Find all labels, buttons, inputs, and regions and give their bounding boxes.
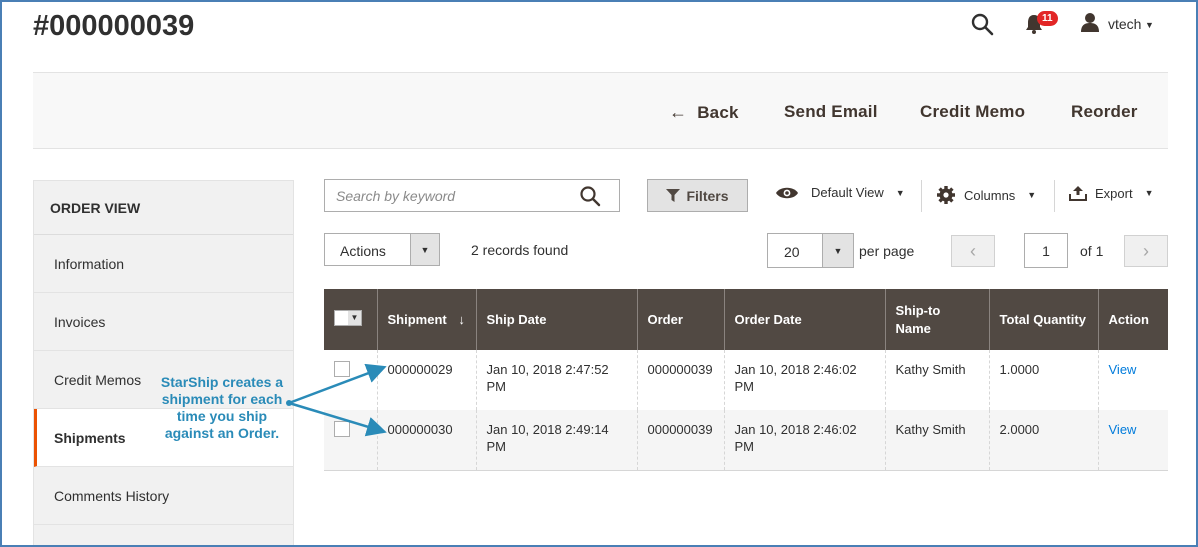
- search-placeholder: Search by keyword: [336, 188, 456, 204]
- page-actions-bar: ← Back Send Email Credit Memo Reorder: [33, 72, 1168, 149]
- order-cell: 000000039: [637, 410, 725, 471]
- row-select-cell: [324, 350, 378, 410]
- export-icon: [1069, 186, 1087, 201]
- mass-select-checkbox[interactable]: ▼: [334, 309, 362, 326]
- order-cell: 000000039: [637, 350, 725, 410]
- order-date-cell: Jan 10, 2018 2:46:02 PM: [724, 410, 886, 471]
- chevron-down-icon: ▼: [1144, 188, 1154, 198]
- annotation-callout: StarShip creates a shipment for each tim…: [160, 374, 284, 441]
- row-select-cell: [324, 410, 378, 471]
- qty-cell: 1.0000: [989, 350, 1099, 410]
- column-header-order[interactable]: Order: [637, 289, 725, 350]
- per-page-label: per page: [859, 243, 915, 259]
- order-view-sidebar: ORDER VIEW Information Invoices Credit M…: [33, 180, 294, 547]
- chevron-down-icon: ▼: [895, 187, 905, 198]
- reorder-button[interactable]: Reorder: [1071, 102, 1138, 122]
- next-page-button[interactable]: ›: [1124, 235, 1168, 267]
- gear-icon: [937, 186, 955, 204]
- qty-cell: 2.0000: [989, 410, 1099, 471]
- send-email-button[interactable]: Send Email: [784, 102, 878, 122]
- chevron-right-icon: ›: [1143, 240, 1149, 261]
- current-page-input[interactable]: 1: [1024, 233, 1068, 268]
- sidebar-heading: ORDER VIEW: [34, 181, 293, 235]
- shipments-grid: ▼ Shipment ↓ Ship Date Order Order Date …: [324, 289, 1168, 471]
- chevron-down-icon[interactable]: ▼: [410, 234, 439, 265]
- search-icon[interactable]: [970, 12, 994, 36]
- mass-actions-select[interactable]: Actions ▼: [324, 233, 440, 266]
- shipment-cell: 000000030: [377, 410, 477, 471]
- row-checkbox[interactable]: [334, 361, 350, 377]
- sidebar-item-invoices[interactable]: Invoices: [34, 293, 293, 351]
- default-view-dropdown[interactable]: Default View ▼: [775, 185, 905, 200]
- toolbar-divider: [1054, 180, 1055, 212]
- ship-to-cell: Kathy Smith: [885, 350, 990, 410]
- eye-icon: [776, 187, 798, 198]
- action-cell: View: [1098, 350, 1168, 410]
- user-icon[interactable]: [1080, 12, 1100, 32]
- chevron-down-icon[interactable]: ▼: [1145, 20, 1154, 30]
- view-link[interactable]: View: [1109, 422, 1137, 437]
- order-date-cell: Jan 10, 2018 2:46:02 PM: [724, 350, 886, 410]
- table-row[interactable]: 000000030 Jan 10, 2018 2:49:14 PM 000000…: [324, 410, 1168, 471]
- chevron-down-icon[interactable]: ▼: [822, 234, 853, 267]
- ship-to-cell: Kathy Smith: [885, 410, 990, 471]
- column-header-order-date[interactable]: Order Date: [724, 289, 886, 350]
- page-title: #000000039: [33, 10, 195, 42]
- arrow-left-icon: ←: [669, 102, 688, 122]
- grid-header-row: ▼ Shipment ↓ Ship Date Order Order Date …: [324, 289, 1168, 350]
- per-page-select[interactable]: 20 ▼: [767, 233, 854, 268]
- notification-badge: 11: [1037, 11, 1058, 26]
- user-name[interactable]: vtech: [1108, 16, 1141, 32]
- column-header-action: Action: [1098, 289, 1168, 350]
- chevron-left-icon: ‹: [970, 240, 976, 261]
- sidebar-item-information[interactable]: Information: [34, 235, 293, 293]
- records-found-count: 2 records found: [471, 242, 569, 258]
- view-link[interactable]: View: [1109, 362, 1137, 377]
- export-dropdown[interactable]: Export ▼: [1069, 185, 1154, 201]
- back-button[interactable]: ← Back: [669, 102, 739, 123]
- action-cell: View: [1098, 410, 1168, 471]
- previous-page-button[interactable]: ‹: [951, 235, 995, 267]
- column-header-ship-date[interactable]: Ship Date: [476, 289, 638, 350]
- sort-arrow-icon: ↓: [458, 311, 465, 327]
- ship-date-cell: Jan 10, 2018 2:47:52 PM: [476, 350, 638, 410]
- column-header-ship-to-name[interactable]: Ship-to Name: [885, 289, 990, 350]
- credit-memo-button[interactable]: Credit Memo: [920, 102, 1025, 122]
- column-header-shipment[interactable]: Shipment ↓: [377, 289, 477, 350]
- row-checkbox[interactable]: [334, 421, 350, 437]
- search-icon[interactable]: [579, 185, 601, 207]
- columns-dropdown[interactable]: Columns ▼: [936, 185, 1036, 205]
- mass-select-header[interactable]: ▼: [324, 289, 378, 350]
- chevron-down-icon: ▼: [1027, 190, 1037, 200]
- toolbar-divider: [921, 180, 922, 212]
- chevron-down-icon[interactable]: ▼: [348, 310, 361, 325]
- filter-icon: [666, 189, 681, 202]
- column-header-total-quantity[interactable]: Total Quantity: [989, 289, 1099, 350]
- filters-button[interactable]: Filters: [647, 179, 748, 212]
- ship-date-cell: Jan 10, 2018 2:49:14 PM: [476, 410, 638, 471]
- sidebar-item-comments-history[interactable]: Comments History: [34, 467, 293, 525]
- table-row[interactable]: 000000029 Jan 10, 2018 2:47:52 PM 000000…: [324, 350, 1168, 410]
- shipment-cell: 000000029: [377, 350, 477, 410]
- total-pages-label: of 1: [1080, 243, 1104, 259]
- keyword-search-input[interactable]: Search by keyword: [324, 179, 620, 212]
